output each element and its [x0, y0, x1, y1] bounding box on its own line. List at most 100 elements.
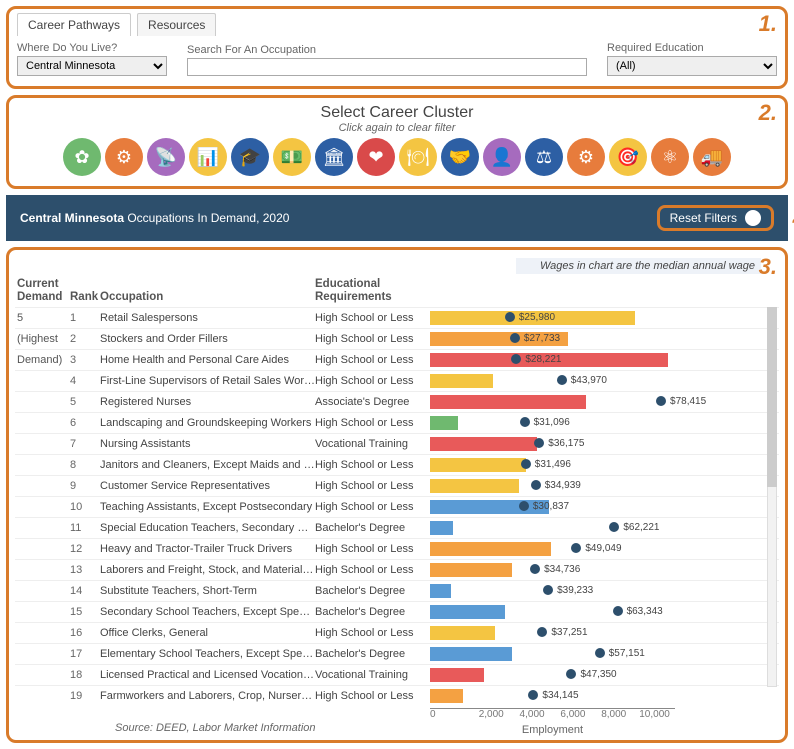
- table-row[interactable]: 9Customer Service RepresentativesHigh Sc…: [15, 475, 779, 496]
- chart-cell: $31,096: [430, 415, 675, 431]
- table-row[interactable]: 13Laborers and Freight, Stock, and Mater…: [15, 559, 779, 580]
- occupation-cell: Secondary School Teachers, Except Specia…: [100, 606, 315, 618]
- rank-cell: 2: [70, 333, 100, 345]
- cluster-finance-icon[interactable]: 💵: [273, 138, 311, 176]
- education-cell: High School or Less: [315, 627, 430, 639]
- search-label: Search For An Occupation: [187, 44, 587, 56]
- chart-cell: $34,736: [430, 562, 675, 578]
- education-cell: High School or Less: [315, 312, 430, 324]
- rank-cell: 3: [70, 354, 100, 366]
- cluster-law-icon[interactable]: ⚖: [525, 138, 563, 176]
- chart-cell: $47,350: [430, 667, 675, 683]
- edu-select[interactable]: (All): [607, 56, 777, 76]
- occupation-cell: Teaching Assistants, Except Postsecondar…: [100, 501, 315, 513]
- table-row[interactable]: 11Special Education Teachers, Secondary …: [15, 517, 779, 538]
- title-bar: Central Minnesota Occupations In Demand,…: [6, 195, 788, 241]
- wage-label: $43,970: [571, 375, 607, 386]
- hdr-rank: Rank: [70, 291, 100, 303]
- employment-bar: [430, 374, 493, 388]
- wage-label: $36,175: [548, 438, 584, 449]
- occupation-cell: Heavy and Tractor-Trailer Truck Drivers: [100, 543, 315, 555]
- tab-resources[interactable]: Resources: [137, 13, 216, 36]
- table-row[interactable]: 8Janitors and Cleaners, Except Maids and…: [15, 454, 779, 475]
- wage-label: $34,939: [545, 480, 581, 491]
- cluster-marketing-icon[interactable]: 🎯: [609, 138, 647, 176]
- rank-cell: 6: [70, 417, 100, 429]
- cluster-it-icon[interactable]: 👤: [483, 138, 521, 176]
- wage-dot-icon: [613, 606, 623, 616]
- tab-career-pathways[interactable]: Career Pathways: [17, 13, 131, 36]
- cluster-business-icon[interactable]: 📊: [189, 138, 227, 176]
- cluster-health-icon[interactable]: ❤: [357, 138, 395, 176]
- wage-dot-icon: [521, 459, 531, 469]
- wage-dot-icon: [543, 585, 553, 595]
- cluster-transportation-icon[interactable]: 🚚: [693, 138, 731, 176]
- table-row[interactable]: Demand)3Home Health and Personal Care Ai…: [15, 349, 779, 370]
- rank-cell: 15: [70, 606, 100, 618]
- table-row[interactable]: (Highest2Stockers and Order FillersHigh …: [15, 328, 779, 349]
- wage-dot-icon: [609, 522, 619, 532]
- scrollbar-thumb[interactable]: [767, 307, 777, 487]
- wage-label: $31,096: [534, 417, 570, 428]
- tab-strip: Career Pathways Resources: [17, 13, 777, 36]
- wage-dot-icon: [537, 627, 547, 637]
- callout-1: 1.: [759, 11, 777, 37]
- where-label: Where Do You Live?: [17, 42, 167, 54]
- table-row[interactable]: 5Registered NursesAssociate's Degree$78,…: [15, 391, 779, 412]
- education-cell: High School or Less: [315, 480, 430, 492]
- table-row[interactable]: 7Nursing AssistantsVocational Training$3…: [15, 433, 779, 454]
- table-row[interactable]: 17Elementary School Teachers, Except Spe…: [15, 643, 779, 664]
- chart-cell: $28,221: [430, 352, 675, 368]
- employment-bar: [430, 647, 512, 661]
- page-title: Central Minnesota Occupations In Demand,…: [20, 211, 289, 225]
- wage-label: $63,343: [627, 606, 663, 617]
- title-location: Central Minnesota: [20, 211, 124, 225]
- employment-bar: [430, 479, 519, 493]
- cluster-education-icon[interactable]: 🎓: [231, 138, 269, 176]
- table-row[interactable]: 10Teaching Assistants, Except Postsecond…: [15, 496, 779, 517]
- table-row[interactable]: 6Landscaping and Groundskeeping WorkersH…: [15, 412, 779, 433]
- education-cell: High School or Less: [315, 690, 430, 702]
- table-row[interactable]: 18Licensed Practical and Licensed Vocati…: [15, 664, 779, 685]
- search-input[interactable]: [187, 58, 587, 76]
- table-row[interactable]: 12Heavy and Tractor-Trailer Truck Driver…: [15, 538, 779, 559]
- table-header: Current Demand Rank Occupation Education…: [15, 274, 779, 307]
- cluster-architecture-icon[interactable]: ⚙: [105, 138, 143, 176]
- wage-label: $47,350: [580, 669, 616, 680]
- chart-cell: $43,970: [430, 373, 675, 389]
- wage-dot-icon: [520, 417, 530, 427]
- cluster-government-icon[interactable]: 🏛: [315, 138, 353, 176]
- employment-bar: [430, 563, 512, 577]
- where-select[interactable]: Central Minnesota: [17, 56, 167, 76]
- rank-cell: 9: [70, 480, 100, 492]
- table-row[interactable]: 4First-Line Supervisors of Retail Sales …: [15, 370, 779, 391]
- cluster-agriculture-icon[interactable]: ✿: [63, 138, 101, 176]
- cluster-hospitality-icon[interactable]: 🍽: [399, 138, 437, 176]
- table-row[interactable]: 51Retail SalespersonsHigh School or Less…: [15, 307, 779, 328]
- education-cell: Vocational Training: [315, 438, 430, 450]
- reset-filters-button[interactable]: Reset Filters 4.: [657, 205, 774, 231]
- occupation-cell: Licensed Practical and Licensed Vocation…: [100, 669, 315, 681]
- wage-label: $31,496: [535, 459, 571, 470]
- wage-note: Wages in chart are the median annual wag…: [516, 258, 761, 274]
- rank-cell: 13: [70, 564, 100, 576]
- occupation-cell: Elementary School Teachers, Except Speci…: [100, 648, 315, 660]
- table-row[interactable]: 16Office Clerks, GeneralHigh School or L…: [15, 622, 779, 643]
- table-row[interactable]: 14Substitute Teachers, Short-TermBachelo…: [15, 580, 779, 601]
- cluster-arts-icon[interactable]: 📡: [147, 138, 185, 176]
- occupation-cell: Office Clerks, General: [100, 627, 315, 639]
- wage-label: $34,736: [544, 564, 580, 575]
- table-row[interactable]: 15Secondary School Teachers, Except Spec…: [15, 601, 779, 622]
- wage-dot-icon: [656, 396, 666, 406]
- wage-label: $49,049: [585, 543, 621, 554]
- cluster-manufacturing-icon[interactable]: ⚙: [567, 138, 605, 176]
- table-row[interactable]: 19Farmworkers and Laborers, Crop, Nurser…: [15, 685, 779, 706]
- wage-label: $34,145: [542, 690, 578, 701]
- cluster-human-services-icon[interactable]: 🤝: [441, 138, 479, 176]
- cluster-stem-icon[interactable]: ⚛: [651, 138, 689, 176]
- cluster-title: Select Career Cluster: [17, 104, 777, 122]
- reset-label: Reset Filters: [670, 211, 737, 225]
- occupation-cell: Landscaping and Groundskeeping Workers: [100, 417, 315, 429]
- demand-cell: 5: [15, 312, 70, 324]
- wage-label: $27,733: [524, 333, 560, 344]
